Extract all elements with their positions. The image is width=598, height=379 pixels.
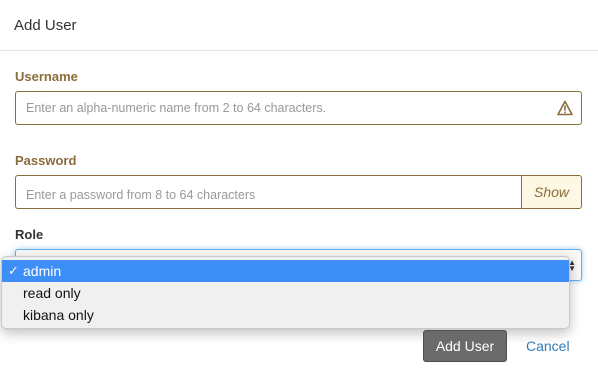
role-option-read-only[interactable]: read only xyxy=(2,282,569,304)
username-label: Username xyxy=(15,69,78,84)
role-option-kibana-only[interactable]: kibana only xyxy=(2,304,569,326)
dialog-header: Add User xyxy=(0,0,598,51)
add-user-dialog: Add User Username Enter an alpha-numeric… xyxy=(0,0,598,379)
cancel-button[interactable]: Cancel xyxy=(526,338,570,354)
checkmark-icon: ✓ xyxy=(8,263,19,278)
role-option-label: admin xyxy=(23,263,62,279)
role-label: Role xyxy=(15,227,44,242)
warning-icon xyxy=(557,100,573,116)
username-input[interactable]: Enter an alpha-numeric name from 2 to 64… xyxy=(15,91,582,125)
role-option-admin[interactable]: ✓ admin xyxy=(2,260,569,282)
add-user-button[interactable]: Add User xyxy=(423,330,507,362)
dialog-title: Add User xyxy=(14,17,77,34)
password-label: Password xyxy=(15,153,77,168)
password-placeholder: Enter a password from 8 to 64 characters xyxy=(26,188,256,202)
show-password-button[interactable]: Show xyxy=(521,175,582,209)
username-placeholder: Enter an alpha-numeric name from 2 to 64… xyxy=(26,101,327,115)
password-input[interactable]: Enter a password from 8 to 64 characters xyxy=(15,175,522,209)
role-option-label: read only xyxy=(23,285,81,301)
role-dropdown-menu: ✓ admin read only kibana only xyxy=(1,256,570,329)
role-option-label: kibana only xyxy=(23,307,94,323)
